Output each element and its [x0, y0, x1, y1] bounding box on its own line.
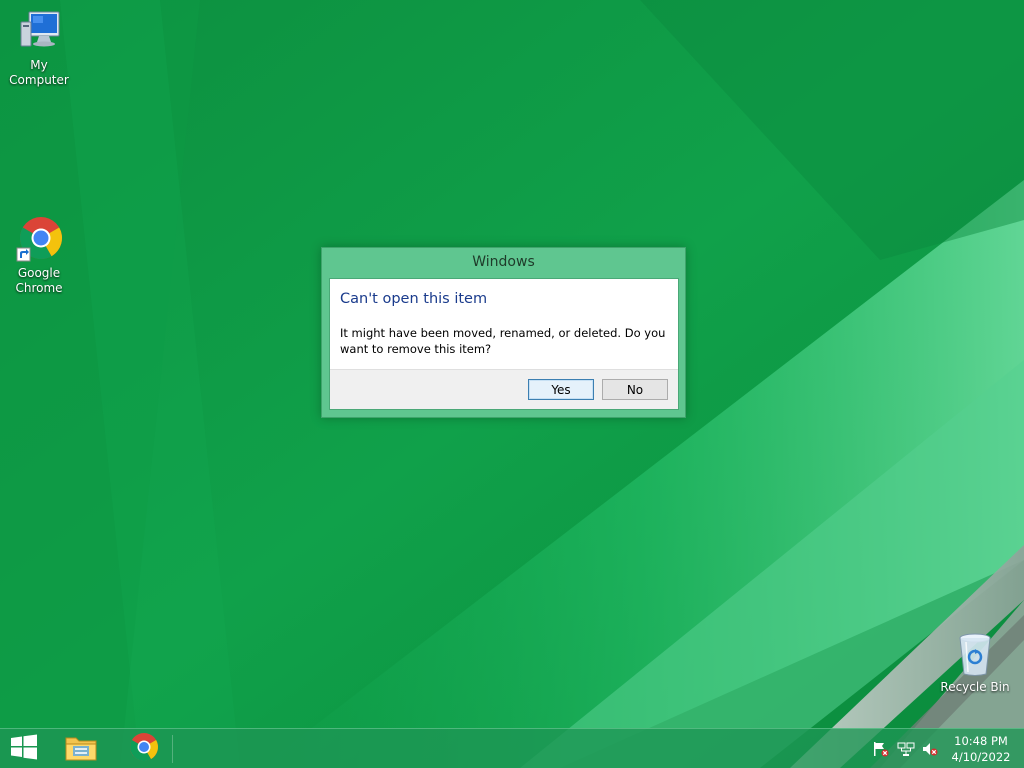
file-explorer-taskbar-button[interactable] — [57, 729, 105, 768]
recycle-bin-icon — [951, 630, 999, 678]
system-clock[interactable]: 10:48 PM 4/10/2022 — [944, 733, 1018, 765]
desktop-icon-label: Google Chrome — [15, 266, 63, 295]
no-button[interactable]: No — [602, 379, 668, 400]
yes-button[interactable]: Yes — [528, 379, 594, 400]
error-dialog[interactable]: Windows Can't open this item It might ha… — [321, 247, 686, 418]
dialog-content: Can't open this item It might have been … — [329, 278, 679, 410]
clock-date: 4/10/2022 — [951, 750, 1011, 764]
desktop-icon-google-chrome[interactable]: Google Chrome — [0, 216, 78, 296]
dialog-footer: Yes No — [330, 369, 678, 409]
folder-icon — [64, 732, 98, 766]
start-button[interactable] — [0, 729, 48, 768]
dialog-heading: Can't open this item — [340, 291, 488, 307]
action-center-flag-icon[interactable] — [872, 741, 890, 757]
dialog-message: It might have been moved, renamed, or de… — [340, 326, 666, 356]
chrome-taskbar-button[interactable] — [120, 729, 168, 768]
desktop-icon-my-computer[interactable]: My Computer — [0, 8, 78, 88]
chrome-icon — [15, 216, 63, 264]
dialog-title: Windows — [472, 254, 535, 270]
volume-muted-icon[interactable] — [921, 741, 939, 757]
desktop-icon-label: Recycle Bin — [940, 680, 1010, 694]
network-icon[interactable] — [897, 741, 915, 757]
clock-time: 10:48 PM — [954, 734, 1008, 748]
computer-icon — [15, 8, 63, 56]
taskbar: 10:48 PM 4/10/2022 — [0, 728, 1024, 768]
windows-logo-icon — [10, 734, 38, 764]
chrome-icon — [129, 732, 159, 766]
desktop-icon-recycle-bin[interactable]: Recycle Bin — [936, 630, 1014, 695]
desktop-icon-label: My Computer — [9, 58, 69, 87]
desktop[interactable]: My Computer Google Chrome Recycle Bin Wi… — [0, 0, 1024, 768]
taskbar-separator — [172, 735, 173, 763]
